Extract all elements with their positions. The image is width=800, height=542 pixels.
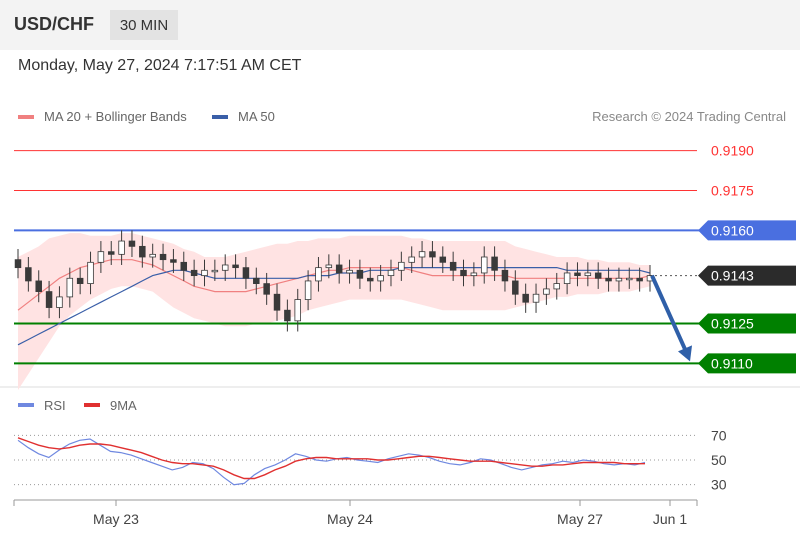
candle-body	[460, 269, 467, 277]
candle-body	[553, 283, 561, 290]
candle-body	[563, 272, 571, 284]
x-tick-label: May 23	[93, 511, 139, 527]
candle-body	[501, 269, 509, 282]
candle-body	[439, 256, 447, 263]
candle-body	[480, 256, 488, 274]
candle-body	[304, 280, 312, 300]
chart-card: USD/CHF 30 MIN Monday, May 27, 2024 7:17…	[0, 0, 800, 542]
candle-body	[201, 269, 208, 277]
candle-body	[605, 277, 612, 282]
rsi-tick-label: 30	[711, 477, 727, 493]
candle-body	[356, 269, 364, 279]
rsi-legend-label: RSI	[44, 398, 66, 413]
candle-body	[221, 264, 229, 271]
candle-body	[335, 264, 343, 274]
candle-body	[14, 259, 22, 269]
x-tick-label: Jun 1	[653, 511, 687, 527]
candle-body	[594, 272, 602, 279]
level-label-0.9190: 0.9190	[711, 143, 754, 159]
candle-body	[315, 267, 322, 282]
ma50-legend-swatch	[212, 115, 228, 119]
candle-body	[76, 277, 84, 284]
candle-body	[87, 261, 94, 285]
candle-body	[626, 277, 633, 281]
candle-body	[429, 251, 436, 258]
candle-body	[180, 261, 188, 271]
rsi-legend-swatch	[18, 403, 34, 407]
candle-body	[159, 253, 167, 261]
rsi-tick-label: 50	[711, 452, 727, 468]
candle-body	[398, 261, 405, 271]
candle-body	[170, 259, 177, 263]
candle-body	[45, 291, 53, 308]
level-label-0.9143: 0.9143	[711, 268, 754, 284]
candle-body	[615, 277, 623, 282]
bollinger-band	[18, 233, 650, 390]
ma20-legend-label: MA 20 + Bollinger Bands	[44, 109, 187, 124]
candle-body	[636, 277, 643, 282]
forecast-arrow-shaft	[650, 274, 688, 353]
candle-body	[242, 267, 250, 279]
candle-body	[346, 269, 353, 274]
research-credit: Research © 2024 Trading Central	[592, 109, 786, 124]
candle-body	[35, 280, 42, 292]
candle-body	[522, 293, 529, 303]
candle-body	[470, 272, 478, 277]
rsi-ma-legend-label: 9MA	[110, 398, 137, 413]
level-label-0.9160: 0.9160	[711, 222, 754, 238]
candle-body	[543, 288, 550, 295]
candle-body	[128, 240, 136, 247]
candle-body	[367, 277, 374, 282]
candle-body	[273, 293, 281, 311]
candle-body	[139, 245, 146, 258]
candle-body	[512, 280, 519, 295]
ma20-legend-swatch	[18, 115, 34, 119]
candle-body	[491, 256, 498, 271]
candle-body	[149, 253, 156, 258]
ma50-legend-label: MA 50	[238, 109, 275, 124]
x-tick-label: May 24	[327, 511, 373, 527]
rsi-tick-label: 70	[711, 427, 727, 443]
candle-body	[294, 299, 301, 322]
candle-body	[232, 264, 239, 269]
level-label-0.9175: 0.9175	[711, 183, 754, 199]
x-tick-label: May 27	[557, 511, 603, 527]
candle-body	[325, 264, 333, 269]
candle-body	[190, 269, 198, 277]
candle-body	[377, 275, 384, 282]
candle-body	[56, 296, 63, 308]
candle-body	[263, 283, 270, 295]
price-chart: MA 20 + Bollinger Bands MA 50 Research ©…	[0, 109, 800, 527]
candle-body	[107, 251, 115, 255]
level-label-0.9110: 0.9110	[711, 355, 753, 371]
candle-body	[97, 251, 105, 263]
candle-body	[574, 272, 581, 277]
candle-body	[25, 267, 32, 282]
candle-body	[118, 240, 125, 255]
candle-body	[284, 309, 291, 322]
candle-body	[253, 277, 260, 284]
rsi-ma-line	[17, 437, 645, 480]
candle-body	[387, 269, 395, 277]
candle-body	[449, 261, 457, 271]
candle-body	[408, 256, 415, 263]
candle-body	[418, 251, 426, 258]
level-label-0.9125: 0.9125	[711, 316, 754, 332]
candle-body	[66, 277, 74, 298]
candle-body	[532, 293, 540, 303]
candle-body	[211, 269, 219, 273]
candle-body	[584, 272, 592, 277]
rsi-ma-legend-swatch	[84, 403, 100, 407]
